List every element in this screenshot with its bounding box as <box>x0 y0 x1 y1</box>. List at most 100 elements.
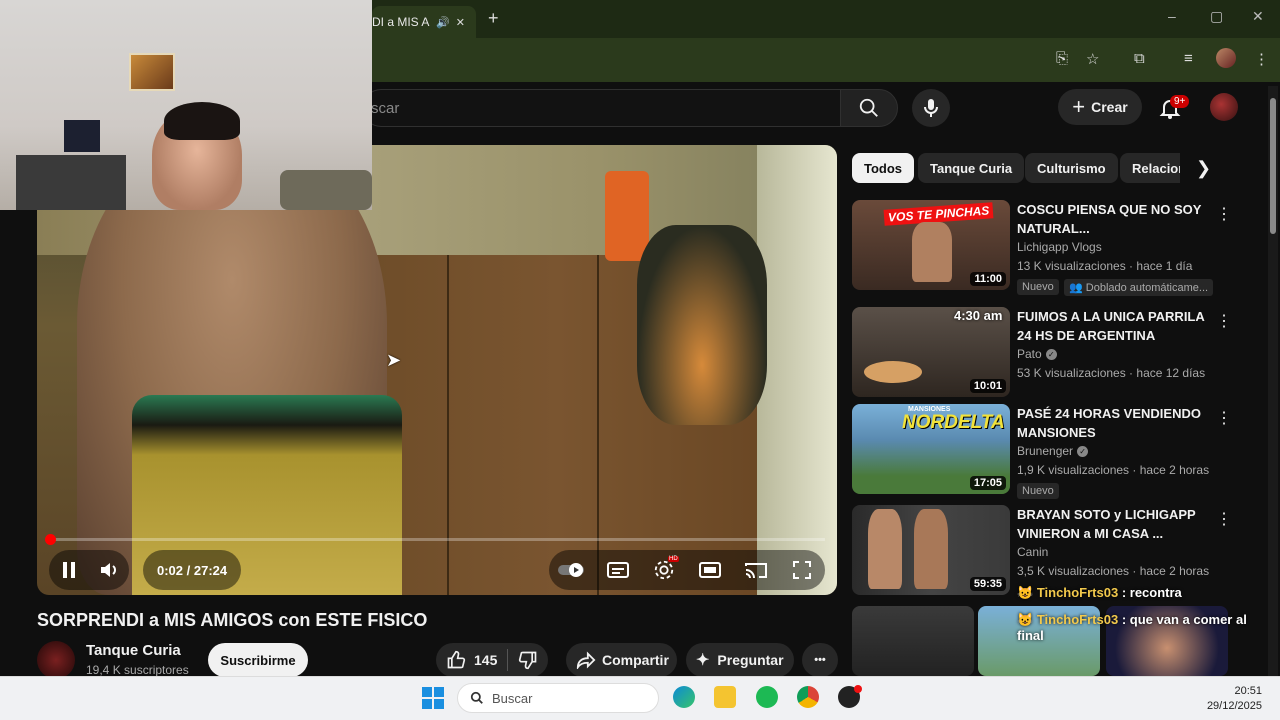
channel-name[interactable]: Tanque Curia <box>86 642 181 659</box>
autoplay-toggle[interactable] <box>552 550 592 590</box>
related-video-2[interactable]: 4:30 am 10:01 FUIMOS A LA UNICA PARRILA … <box>852 307 1262 397</box>
kebab-menu-icon[interactable]: ⋮ <box>1216 311 1232 331</box>
new-tab-button[interactable]: + <box>488 8 499 29</box>
chevron-right-icon[interactable]: ❯ <box>1196 158 1211 179</box>
cast-button[interactable] <box>736 550 776 590</box>
scrollbar-thumb[interactable] <box>1270 98 1276 234</box>
chip-todos[interactable]: Todos <box>852 153 915 183</box>
minimize-button[interactable]: – <box>1168 8 1176 24</box>
dubbed-label: Doblado automáticame... <box>1085 282 1209 294</box>
thumb-figure <box>914 509 948 589</box>
hd-badge-icon: HD <box>668 556 679 562</box>
chip-tanque-curia[interactable]: Tanque Curia <box>918 153 1025 183</box>
related-thumbnail[interactable]: 4:30 am 10:01 <box>852 307 1010 397</box>
subtitles-button[interactable] <box>598 550 638 590</box>
duration-badge: 59:35 <box>969 577 1006 591</box>
like-icon[interactable] <box>446 650 466 670</box>
video-title: SORPRENDI a MIS AMIGOS con ESTE FISICO <box>37 610 428 630</box>
search-icon <box>470 691 483 704</box>
progress-bar[interactable] <box>49 538 825 541</box>
subscribe-button[interactable]: Suscribirme <box>208 643 308 677</box>
chip-culturismo[interactable]: Culturismo <box>1025 153 1118 183</box>
video-player[interactable]: ➤ 0:02 / 27:24 HD <box>37 145 837 595</box>
related-meta: 53 K visualizaciones · hace 12 días <box>1017 366 1206 380</box>
spotify-icon[interactable] <box>756 686 778 708</box>
voice-search-button[interactable] <box>912 89 950 127</box>
related-video-1[interactable]: VOS TE PINCHAS 11:00 COSCU PIENSA QUE NO… <box>852 200 1262 296</box>
miniplayer-icon <box>699 562 721 578</box>
microphone-icon <box>924 99 938 117</box>
bookmark-star-icon[interactable]: ☆ <box>1086 50 1099 68</box>
more-dots-icon: ••• <box>814 654 826 666</box>
edge-icon[interactable] <box>673 686 695 708</box>
volume-icon <box>101 563 116 577</box>
file-explorer-icon[interactable] <box>714 686 736 708</box>
cabinet-edge <box>597 255 599 595</box>
taskbar-search[interactable]: Buscar <box>457 683 659 713</box>
channel-avatar[interactable] <box>37 641 75 679</box>
settings-button[interactable]: HD <box>644 550 684 590</box>
related-meta: 13 K visualizaciones · hace 1 día <box>1017 259 1193 273</box>
pause-icon <box>63 562 75 578</box>
related-channel: Pato ✓ <box>1017 347 1057 361</box>
cast-tab-icon[interactable]: ⎘ <box>1056 50 1068 67</box>
like-separator <box>507 649 509 671</box>
related-video-4[interactable]: 59:35 BRAYAN SOTO y LICHIGAPP VINIERON a… <box>852 505 1262 595</box>
autoplay-icon <box>558 563 584 577</box>
more-actions-button[interactable]: ••• <box>802 643 838 677</box>
volume-button[interactable] <box>89 550 129 590</box>
kebab-menu-icon[interactable]: ⋮ <box>1216 204 1232 224</box>
chrome-icon[interactable] <box>797 686 819 708</box>
media-control-icon[interactable]: ≡ <box>1184 50 1193 67</box>
tab-title: DI a MIS AMIG <box>372 15 430 29</box>
dislike-icon[interactable] <box>518 650 538 670</box>
ask-button[interactable]: ✦ Preguntar <box>686 643 794 677</box>
extensions-icon[interactable]: ⧉ <box>1134 50 1145 67</box>
thumb-text: NORDELTA <box>902 412 1005 433</box>
related-title: PASÉ 24 HORAS VENDIENDO MANSIONES <box>1017 406 1201 440</box>
browser-menu-icon[interactable]: ⋮ <box>1254 50 1269 68</box>
search-button[interactable] <box>840 89 898 127</box>
chat-message: 😺 TinchoFrts03 : que van a comer al fina… <box>1017 612 1267 644</box>
account-avatar[interactable] <box>1210 93 1238 121</box>
kebab-menu-icon[interactable]: ⋮ <box>1216 509 1232 529</box>
related-thumbnail[interactable]: VOS TE PINCHAS 11:00 <box>852 200 1010 290</box>
kebab-menu-icon[interactable]: ⋮ <box>1216 408 1232 428</box>
windows-start-icon[interactable] <box>422 687 444 709</box>
share-icon <box>576 651 596 669</box>
related-thumbnail[interactable]: MANSIONES NORDELTA 17:05 <box>852 404 1010 494</box>
streamer-hair <box>164 102 240 140</box>
browser-tab[interactable]: DI a MIS AMIG 🔊 ✕ <box>372 6 476 38</box>
clock-time: 20:51 <box>1234 685 1262 697</box>
thumb-plate <box>864 361 922 383</box>
duration-badge: 17:05 <box>969 476 1006 490</box>
pause-button[interactable] <box>49 550 89 590</box>
close-tab-icon[interactable]: ✕ <box>456 16 465 29</box>
clock-date: 29/12/2025 <box>1206 700 1262 712</box>
related-meta: 3,5 K visualizaciones · hace 2 horas <box>1017 564 1210 578</box>
speaker-icon[interactable]: 🔊 <box>436 16 450 29</box>
browser-profile-avatar[interactable] <box>1216 48 1236 68</box>
webcam-overlay <box>0 0 372 210</box>
search-placeholder: scar <box>371 99 400 117</box>
related-video-3[interactable]: MANSIONES NORDELTA 17:05 PASÉ 24 HORAS V… <box>852 404 1262 499</box>
chip-relacion-clip: Relacion <box>1120 153 1180 183</box>
chip-relacion[interactable]: Relacion <box>1120 153 1180 183</box>
subtitles-icon <box>607 562 629 578</box>
progress-scrubber[interactable] <box>45 534 56 545</box>
search-input[interactable]: scar <box>362 89 840 127</box>
fullscreen-button[interactable] <box>782 550 822 590</box>
taskbar-clock[interactable]: 20:51 29/12/2025 <box>1190 684 1262 714</box>
maximize-button[interactable]: ▢ <box>1210 8 1223 25</box>
verified-icon: ✓ <box>1045 348 1057 360</box>
verified-icon: ✓ <box>1077 445 1089 457</box>
thumb-figure <box>912 222 952 282</box>
chat-text: : recontra <box>1118 585 1182 600</box>
share-label: Compartir <box>602 652 669 668</box>
related-thumbnail[interactable]: 59:35 <box>852 505 1010 595</box>
related-thumbnail[interactable] <box>852 606 974 676</box>
close-window-button[interactable]: ✕ <box>1252 8 1264 25</box>
miniplayer-button[interactable] <box>690 550 730 590</box>
share-button[interactable]: Compartir <box>566 643 677 677</box>
create-button[interactable]: + Crear <box>1058 89 1142 125</box>
